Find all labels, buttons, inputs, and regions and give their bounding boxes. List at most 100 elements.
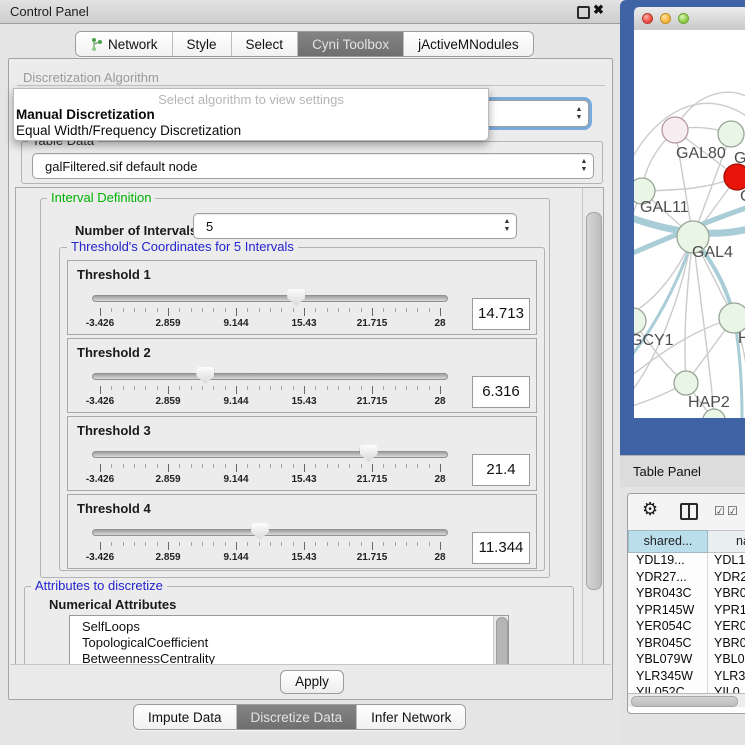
- table-horizontal-scrollbar[interactable]: [628, 693, 745, 707]
- tab-discretize-data[interactable]: Discretize Data: [237, 705, 358, 729]
- slider-thumb[interactable]: [251, 523, 269, 540]
- cell-name[interactable]: YPR1: [708, 603, 745, 620]
- cell-name[interactable]: YER0: [708, 619, 745, 636]
- popup-option-manual-discretization[interactable]: Manual Discretization: [16, 107, 155, 122]
- cell-name[interactable]: YBL0: [708, 652, 745, 669]
- tick-label: 21.715: [357, 396, 388, 407]
- slider-thumb[interactable]: [360, 445, 378, 462]
- column-layout-icon[interactable]: [680, 503, 698, 520]
- slider-track[interactable]: [92, 451, 448, 458]
- threshold-slider[interactable]: -3.4262.8599.14415.4321.71528: [92, 287, 448, 333]
- cell-shared-name[interactable]: YIL052C: [628, 685, 708, 693]
- gear-icon[interactable]: ⚙: [642, 499, 658, 520]
- network-node-pink[interactable]: [662, 117, 688, 143]
- tick-label: 28: [434, 396, 445, 407]
- network-node-green-topright[interactable]: [718, 121, 744, 147]
- threshold-label: Threshold 3: [77, 423, 151, 438]
- network-node-h[interactable]: [719, 303, 745, 333]
- cell-shared-name[interactable]: YBR043C: [628, 586, 708, 603]
- popup-option-equal-width-frequency[interactable]: Equal Width/Frequency Discretization: [16, 123, 241, 138]
- tab-network[interactable]: Network: [76, 32, 173, 56]
- table-row[interactable]: YLR345WYLR3: [628, 669, 745, 686]
- threshold-value-field[interactable]: 6.316: [472, 376, 530, 408]
- number-of-intervals-combobox[interactable]: 5 ▲▼: [193, 213, 517, 239]
- threshold-value-field[interactable]: 14.713: [472, 298, 530, 330]
- cell-shared-name[interactable]: YDR27...: [628, 570, 708, 587]
- network-node-label: GAL80: [676, 145, 726, 162]
- cell-shared-name[interactable]: YLR345W: [628, 669, 708, 686]
- network-node-gcy1[interactable]: [634, 308, 646, 334]
- close-traffic-light[interactable]: [642, 13, 653, 24]
- threshold-value-field[interactable]: 11.344: [472, 532, 530, 564]
- cell-shared-name[interactable]: YDL19...: [628, 553, 708, 570]
- attribute-list-item[interactable]: SelfLoops: [70, 616, 508, 635]
- tick-label: -3.426: [86, 474, 114, 485]
- table-data-combobox[interactable]: galFiltered.sif default node ▲▼: [32, 153, 594, 179]
- cell-shared-name[interactable]: YBL079W: [628, 652, 708, 669]
- tick-label: 9.144: [223, 396, 248, 407]
- cell-name[interactable]: YIL0: [708, 685, 745, 693]
- slider-thumb[interactable]: [196, 367, 214, 384]
- cell-name[interactable]: YBR0: [708, 586, 745, 603]
- table-row[interactable]: YPR145WYPR1: [628, 603, 745, 620]
- zoom-traffic-light[interactable]: [678, 13, 689, 24]
- close-icon[interactable]: ✖: [593, 2, 604, 18]
- table-row[interactable]: YER054CYER0: [628, 619, 745, 636]
- cell-shared-name[interactable]: YPR145W: [628, 603, 708, 620]
- top-tab-bar: NetworkStyle Select Cyni Toolbox jActiveMNo…: [75, 31, 534, 57]
- table-row[interactable]: YDR27...YDR2: [628, 570, 745, 587]
- cell-name[interactable]: YDL1: [708, 553, 745, 570]
- table-row[interactable]: YDL19...YDL1: [628, 553, 745, 570]
- select-column-checkbox-icon[interactable]: ☑: [727, 504, 738, 518]
- column-header-shared-name[interactable]: shared...: [628, 530, 708, 553]
- network-window-titlebar: [634, 7, 745, 31]
- table-row[interactable]: YBR043CYBR0: [628, 586, 745, 603]
- numerical-attributes-list[interactable]: SelfLoopsTopologicalCoefficientBetweenne…: [69, 615, 509, 666]
- attribute-list-item[interactable]: TopologicalCoefficient: [70, 635, 508, 651]
- cell-name[interactable]: YDR2: [708, 570, 745, 587]
- tab-infer-network[interactable]: Infer Network: [357, 705, 465, 729]
- tab-impute-data[interactable]: Impute Data: [134, 705, 237, 729]
- network-node-label: GA: [734, 150, 745, 167]
- slider-track[interactable]: [92, 529, 448, 536]
- network-canvas[interactable]: GAL80GACGAL11GAL4GCY1HHAP2: [634, 30, 745, 418]
- cell-shared-name[interactable]: YBR045C: [628, 636, 708, 653]
- table-hscrollbar-thumb[interactable]: [631, 696, 738, 707]
- float-window-icon[interactable]: [577, 6, 590, 19]
- bottom-tab-bar: Impute DataDiscretize DataInfer Network: [133, 704, 466, 730]
- tab-label: jActiveMNodules: [418, 37, 519, 52]
- cell-name[interactable]: YLR3: [708, 669, 745, 686]
- network-node-red-selected[interactable]: [724, 164, 745, 190]
- column-header-name[interactable]: na: [708, 530, 745, 553]
- slider-track[interactable]: [92, 373, 448, 380]
- tab-style[interactable]: Style: [173, 32, 232, 56]
- threshold-value-field[interactable]: 21.4: [472, 454, 530, 486]
- tab-select[interactable]: Select: [232, 32, 299, 56]
- tab-jactivemnodules[interactable]: jActiveMNodules: [404, 32, 533, 56]
- cell-name[interactable]: YBR0: [708, 636, 745, 653]
- select-all-checkbox-icon[interactable]: ☑: [714, 504, 725, 518]
- panel-scrollbar[interactable]: [582, 188, 604, 665]
- network-node-hap2[interactable]: [674, 371, 698, 395]
- slider-thumb[interactable]: [287, 289, 305, 306]
- list-scrollbar[interactable]: [493, 616, 508, 666]
- tab-label: Select: [246, 37, 284, 52]
- table-row[interactable]: YBR045CYBR0: [628, 636, 745, 653]
- table-row[interactable]: YIL052CYIL0: [628, 685, 745, 693]
- threshold-panel-2: Threshold 2-3.4262.8599.14415.4321.71528…: [67, 338, 537, 413]
- minimize-traffic-light[interactable]: [660, 13, 671, 24]
- slider-ticks: [100, 464, 440, 473]
- cell-shared-name[interactable]: YER054C: [628, 619, 708, 636]
- cyni-toolbox-panel: Discretization Algorithm ▲▼ Select algor…: [8, 58, 613, 700]
- list-scrollbar-thumb[interactable]: [496, 617, 508, 666]
- table-row[interactable]: YBL079WYBL0: [628, 652, 745, 669]
- panel-scrollbar-thumb[interactable]: [586, 212, 602, 590]
- threshold-slider[interactable]: -3.4262.8599.14415.4321.71528: [92, 443, 448, 489]
- combobox-arrows-icon: ▲▼: [498, 218, 516, 234]
- apply-button[interactable]: Apply: [280, 670, 344, 694]
- number-of-intervals-label: Number of Intervals: [75, 223, 197, 238]
- threshold-slider[interactable]: -3.4262.8599.14415.4321.71528: [92, 521, 448, 567]
- threshold-slider[interactable]: -3.4262.8599.14415.4321.71528: [92, 365, 448, 411]
- tab-cyni-toolbox[interactable]: Cyni Toolbox: [298, 32, 404, 56]
- slider-track[interactable]: [92, 295, 448, 302]
